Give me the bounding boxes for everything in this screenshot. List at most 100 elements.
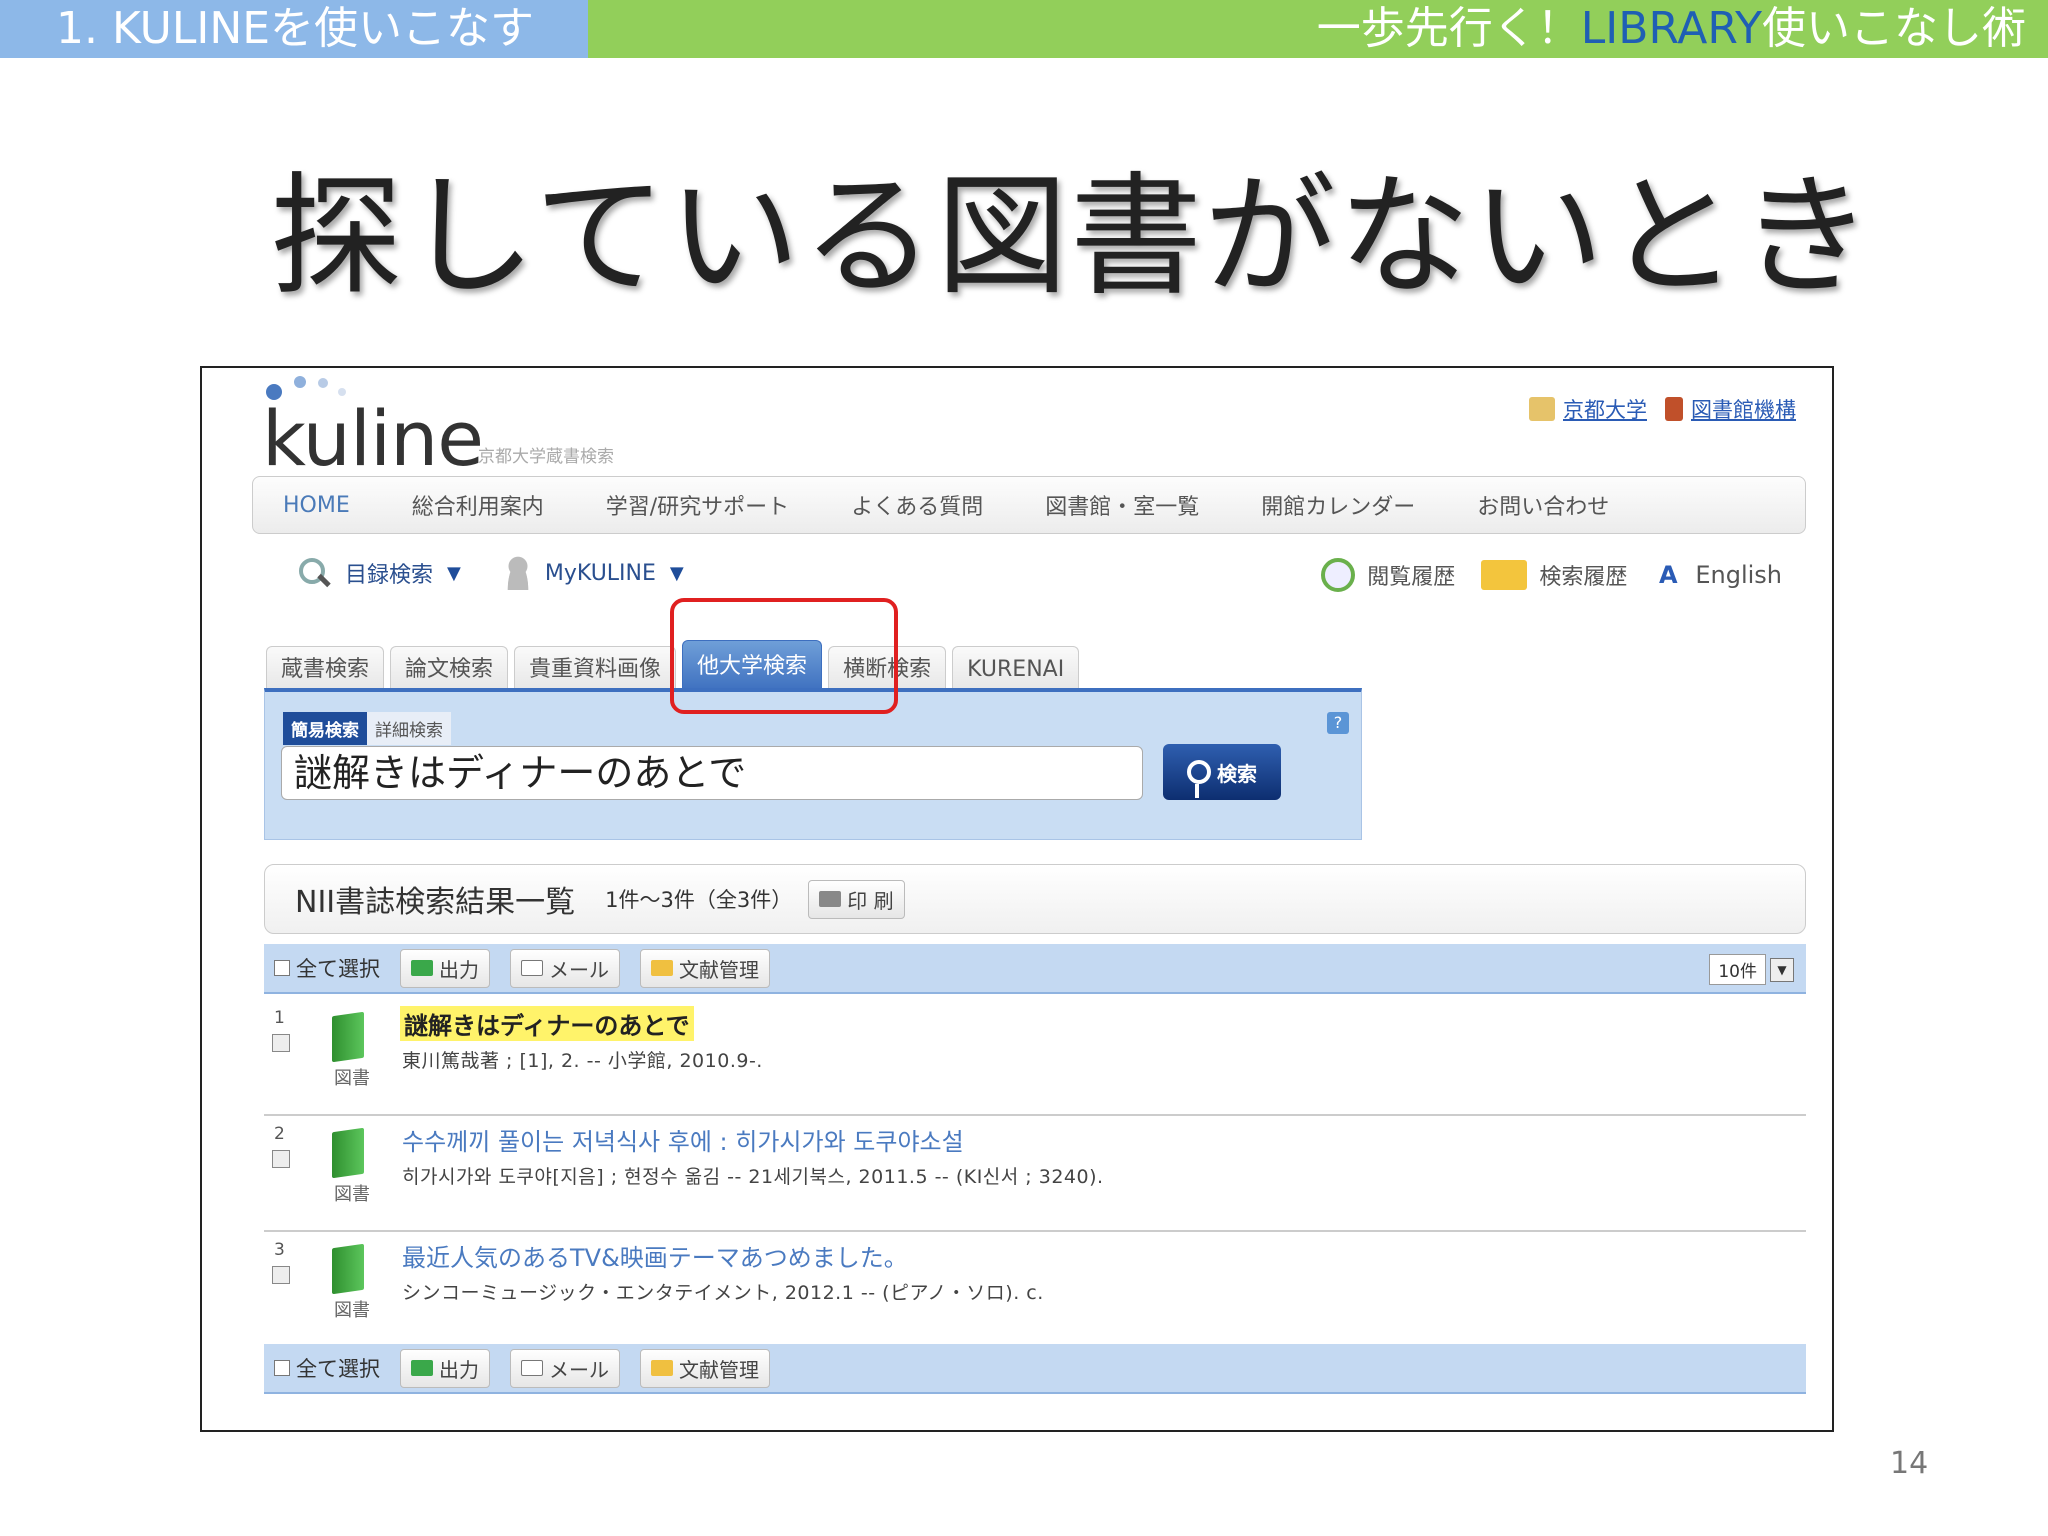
dropdown-arrow-icon[interactable]: ▼ — [447, 563, 461, 584]
record-meta: シンコーミュージック・エンタテイメント, 2012.1 -- (ピアノ・ソロ).… — [402, 1282, 1044, 1304]
mail-button[interactable]: メール — [510, 1348, 620, 1388]
tab-articles[interactable]: 論文検索 — [390, 646, 509, 692]
sub-nav: 目録検索 ▼ MyKULINE ▼ — [297, 556, 714, 590]
folder-icon — [651, 960, 673, 976]
record-number: 2 — [274, 1124, 285, 1144]
view-history-link[interactable]: 閲覧履歴 — [1367, 559, 1455, 591]
series-banner: 一歩先行く！LIBRARY使いこなし術 — [588, 0, 2048, 58]
mykuline-menu[interactable]: MyKULINE — [545, 561, 656, 586]
result-count: 1件～3件（全3件） — [605, 888, 793, 912]
library-org-label: 図書館機構 — [1691, 398, 1796, 422]
refmgmt-button[interactable]: 文献管理 — [640, 1348, 770, 1388]
folder-icon — [651, 1360, 673, 1376]
book-red-icon — [1665, 397, 1683, 421]
refmgmt-button[interactable]: 文献管理 — [640, 948, 770, 988]
select-all-checkbox[interactable] — [274, 1360, 290, 1376]
result-title: NII書誌検索結果一覧 — [295, 885, 576, 920]
tab-kurenai[interactable]: KURENAI — [952, 646, 1080, 692]
nav-faq[interactable]: よくある質問 — [851, 489, 983, 521]
main-nav: HOME 総合利用案内 学習/研究サポート よくある質問 図書館・室一覧 開館カ… — [252, 476, 1806, 534]
output-button[interactable]: 出力 — [400, 948, 490, 988]
record-meta: 히가시가와 도쿠야[지음] ; 현정수 옮김 -- 21세기북스, 2011.5… — [402, 1166, 1104, 1188]
record-meta: 東川篤哉著 ; [1], 2. -- 小学館, 2010.9-. — [402, 1050, 763, 1072]
arrow-right-icon — [411, 960, 433, 976]
output-label: 出力 — [439, 957, 479, 982]
slide-title: 探している図書がないとき — [270, 160, 1875, 314]
english-link[interactable]: English — [1695, 561, 1782, 589]
clock-icon — [1321, 558, 1356, 592]
dropdown-arrow-icon[interactable]: ▼ — [670, 563, 684, 584]
refmgmt-label: 文献管理 — [679, 957, 759, 982]
chevron-down-icon[interactable]: ▼ — [1770, 957, 1794, 982]
building-icon — [1529, 397, 1555, 421]
user-icon — [504, 556, 531, 590]
refmgmt-label: 文献管理 — [679, 1357, 759, 1382]
search-history-link[interactable]: 検索履歴 — [1539, 559, 1627, 591]
catalog-search-menu[interactable]: 目録検索 — [345, 557, 433, 589]
utility-nav: 閲覧履歴 検索履歴 A English — [1321, 558, 1782, 592]
nav-libraries[interactable]: 図書館・室一覧 — [1045, 489, 1199, 521]
select-all-checkbox[interactable] — [274, 960, 290, 976]
per-page-value: 10件 — [1709, 954, 1766, 985]
result-toolbar-top: 全て選択 出力 メール 文献管理 10件 ▼ — [264, 944, 1806, 994]
select-all[interactable]: 全て選択 — [274, 953, 380, 983]
record-title-link[interactable]: 最近人気のあるTV&映画テーマあつめました。 — [402, 1238, 908, 1273]
search-mode-switch: 簡易検索 詳細検索 — [283, 712, 451, 745]
kuline-logo[interactable]: kuline — [262, 394, 484, 483]
record-checkbox[interactable] — [272, 1034, 290, 1052]
search-input[interactable]: 謎解きはディナーのあとで — [281, 746, 1143, 800]
select-all-label: 全て選択 — [296, 1357, 380, 1381]
record-checkbox[interactable] — [272, 1150, 290, 1168]
detail-search-mode[interactable]: 詳細検索 — [367, 712, 451, 745]
search-icon — [1187, 760, 1211, 798]
list-item: 2 図書 수수께끼 풀이는 저녁식사 후에 : 히가시가와 도쿠야소설 히가시가… — [264, 1116, 1806, 1232]
select-all[interactable]: 全て選択 — [274, 1353, 380, 1383]
result-header: NII書誌検索結果一覧 1件～3件（全3件） 印 刷 — [264, 864, 1806, 934]
book-icon — [332, 1011, 364, 1063]
kyoto-univ-label: 京都大学 — [1563, 398, 1647, 422]
search-button[interactable]: 検索 — [1163, 744, 1281, 800]
select-all-label: 全て選択 — [296, 957, 380, 981]
print-label: 印 刷 — [847, 888, 894, 913]
print-button[interactable]: 印 刷 — [808, 879, 905, 919]
tab-holdings[interactable]: 蔵書検索 — [266, 646, 385, 692]
printer-icon — [819, 891, 842, 907]
book-icon — [332, 1243, 364, 1295]
envelope-icon — [521, 1360, 543, 1376]
top-links: 京都大学 図書館機構 — [1529, 394, 1796, 424]
section-banner: 1. KULINEを使いこなす — [0, 0, 588, 58]
library-org-link[interactable]: 図書館機構 — [1665, 394, 1796, 424]
list-item: 1 図書 謎解きはディナーのあとで 東川篤哉著 ; [1], 2. -- 小学館… — [264, 1000, 1806, 1116]
mail-label: メール — [549, 957, 609, 982]
nav-home[interactable]: HOME — [283, 493, 350, 518]
output-label: 出力 — [439, 1357, 479, 1382]
tab-rare-images[interactable]: 貴重資料画像 — [514, 646, 677, 692]
record-checkbox[interactable] — [272, 1266, 290, 1284]
series-suffix: 使いこなし術 — [1762, 3, 2026, 54]
series-highlight: LIBRARY — [1580, 3, 1762, 54]
envelope-icon — [521, 960, 543, 976]
result-toolbar-bottom: 全て選択 出力 メール 文献管理 — [264, 1344, 1806, 1394]
record-title-link[interactable]: 수수께끼 풀이는 저녁식사 후에 : 히가시가와 도쿠야소설 — [402, 1122, 964, 1157]
record-number: 3 — [274, 1240, 285, 1260]
record-title-link[interactable]: 謎解きはディナーのあとで — [400, 1006, 694, 1041]
output-button[interactable]: 出力 — [400, 1348, 490, 1388]
kyoto-univ-link[interactable]: 京都大学 — [1529, 394, 1647, 424]
help-icon[interactable]: ? — [1327, 712, 1349, 734]
tab-highlight-annotation — [670, 598, 898, 714]
nav-contact[interactable]: お問い合わせ — [1477, 489, 1609, 521]
series-prefix: 一歩先行く！ — [1316, 3, 1581, 54]
nav-support[interactable]: 学習/研究サポート — [606, 489, 789, 521]
nav-guide[interactable]: 総合利用案内 — [412, 489, 544, 521]
mail-button[interactable]: メール — [510, 948, 620, 988]
mail-label: メール — [549, 1357, 609, 1382]
result-list: 1 図書 謎解きはディナーのあとで 東川篤哉著 ; [1], 2. -- 小学館… — [264, 1000, 1806, 1348]
simple-search-mode[interactable]: 簡易検索 — [283, 712, 367, 745]
nav-calendar[interactable]: 開館カレンダー — [1261, 489, 1415, 521]
record-type: 図書 — [334, 1184, 370, 1205]
slide: 1. KULINEを使いこなす 一歩先行く！LIBRARY使いこなし術 探してい… — [0, 0, 2048, 1536]
per-page-select[interactable]: 10件 ▼ — [1709, 954, 1794, 985]
page-number: 14 — [1890, 1446, 1929, 1481]
book-icon — [332, 1127, 364, 1179]
kuline-screenshot: kuline 京都大学蔵書検索 京都大学 図書館機構 HOME 総合利用案内 学… — [200, 366, 1834, 1432]
